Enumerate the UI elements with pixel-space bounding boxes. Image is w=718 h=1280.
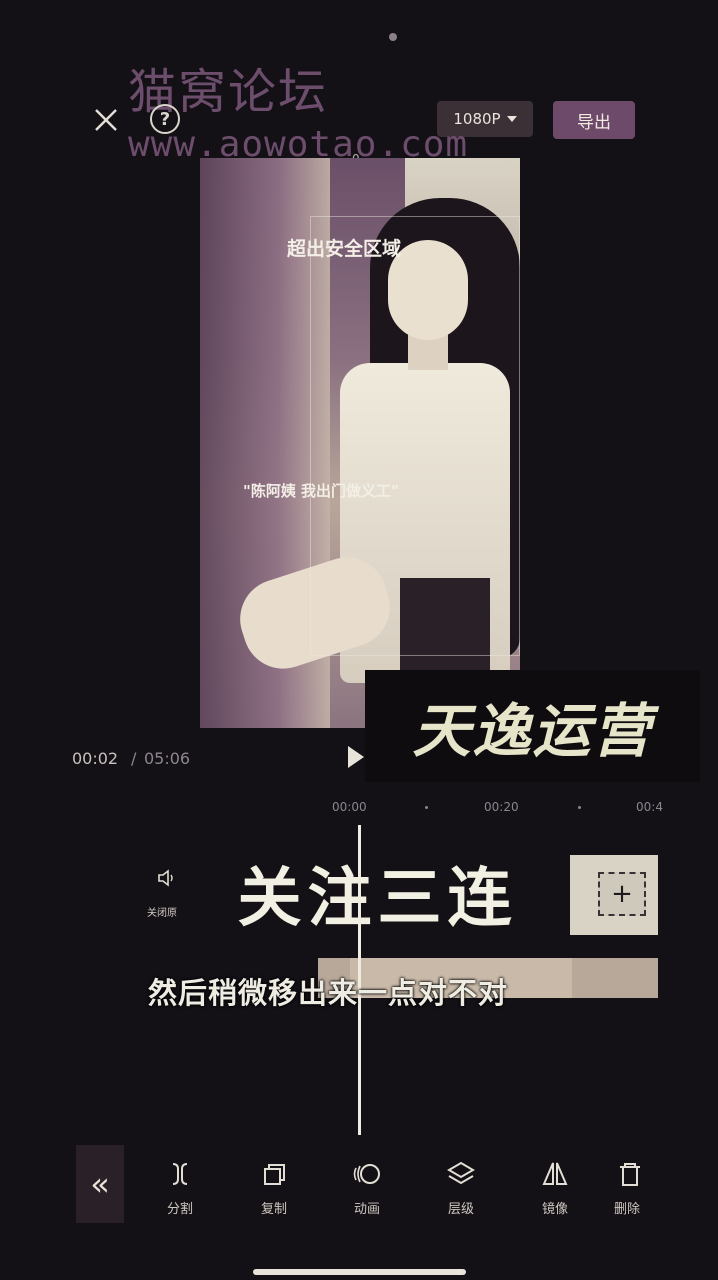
delete-icon	[614, 1158, 646, 1190]
total-time: 05:06	[144, 749, 191, 768]
speaker-icon	[158, 869, 173, 887]
brand-overlay: 天逸运营	[365, 670, 700, 782]
timeline-tick: 00:00	[332, 800, 367, 814]
tool-label: 删除	[614, 1202, 641, 1217]
current-time: 00:02	[72, 749, 119, 768]
animation-icon	[351, 1158, 383, 1190]
mirror-icon	[539, 1158, 571, 1190]
timeline-tick-dot	[578, 806, 581, 809]
tool-label: 分割	[166, 1202, 193, 1217]
tool-copy[interactable]: 复制	[239, 1158, 309, 1217]
tool-layers[interactable]: 层级	[426, 1158, 496, 1217]
export-button[interactable]: 导出	[553, 101, 635, 139]
video-subtitle[interactable]: "陈阿姨 我出门做义工"	[243, 480, 399, 501]
tool-animation[interactable]: 动画	[332, 1158, 402, 1217]
tool-delete[interactable]: 删除	[614, 1158, 658, 1217]
cta-overlay: 关注三连	[200, 848, 555, 938]
copy-icon	[258, 1158, 290, 1190]
tool-mirror[interactable]: 镜像	[520, 1158, 590, 1217]
close-button[interactable]	[88, 102, 124, 138]
cta-text: 关注三连	[237, 862, 518, 936]
add-clip-button[interactable]: +	[598, 872, 646, 916]
timeline-tick-dot	[425, 806, 428, 809]
timeline-tick: 00:20	[484, 800, 519, 814]
collapse-toolbar-button[interactable]: «	[76, 1145, 124, 1223]
timeline-tick: 00:4	[636, 800, 663, 814]
home-indicator[interactable]	[253, 1269, 466, 1275]
tool-label: 动画	[353, 1202, 380, 1217]
brand-text: 天逸运营	[412, 697, 653, 765]
safe-area-frame	[310, 216, 520, 656]
layers-icon	[445, 1158, 477, 1190]
tool-label: 层级	[447, 1202, 474, 1217]
tool-label: 镜像	[541, 1202, 568, 1217]
play-icon[interactable]	[348, 746, 364, 768]
mute-audio-label: 关闭原	[147, 908, 177, 919]
time-separator: /	[131, 749, 137, 768]
double-chevron-left-icon: «	[90, 1165, 110, 1203]
tool-label: 复制	[260, 1202, 287, 1217]
caret-down-icon	[506, 116, 517, 122]
camera-dot	[389, 33, 397, 41]
tool-split[interactable]: 分割	[145, 1158, 215, 1217]
caption-overlay: 然后稍微移出来一点对不对	[148, 976, 509, 1010]
split-icon	[164, 1158, 196, 1190]
close-icon	[95, 109, 117, 131]
safe-area-warning: 超出安全区域	[287, 238, 402, 260]
mute-audio-button[interactable]	[155, 866, 179, 890]
